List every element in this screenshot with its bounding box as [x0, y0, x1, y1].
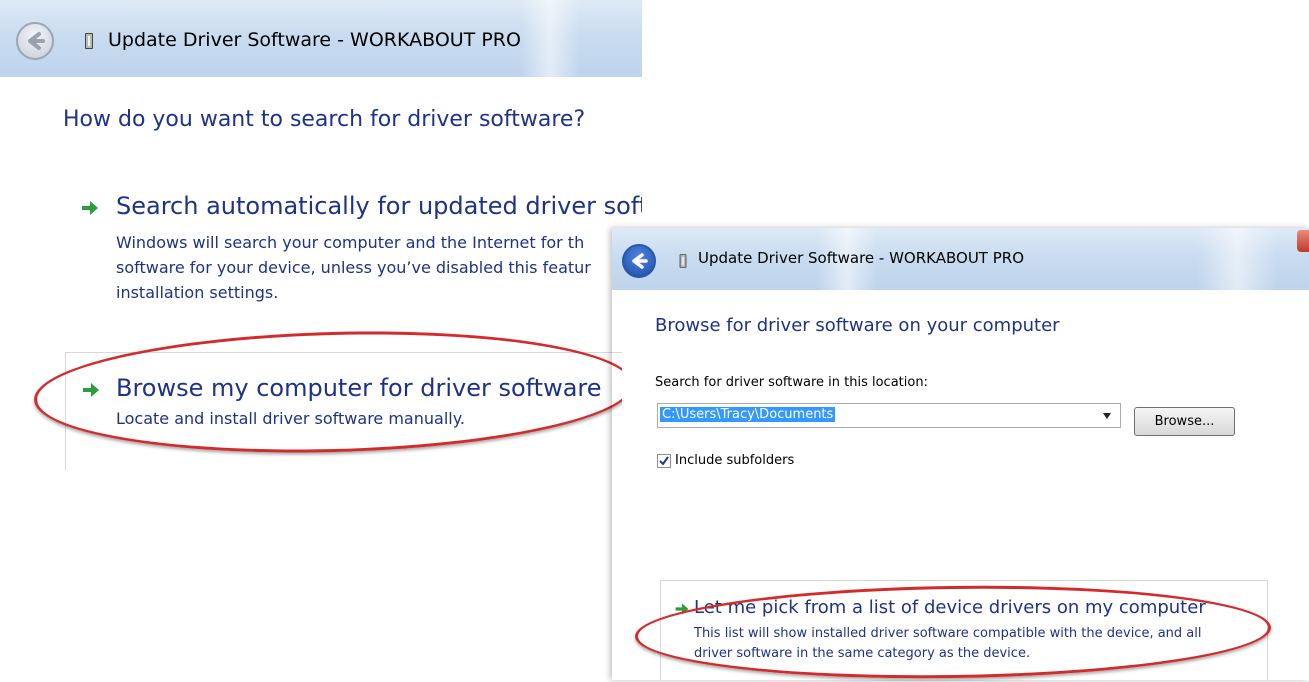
- option-title: Search automatically for updated driver …: [116, 192, 642, 220]
- window-title: Update Driver Software - WORKABOUT PRO: [698, 249, 1025, 267]
- description-line: Windows will search your computer and th…: [116, 233, 585, 252]
- checkbox-check-icon: [659, 456, 669, 466]
- device-icon: [85, 33, 93, 49]
- close-button[interactable]: [1297, 230, 1309, 252]
- device-icon: [679, 254, 687, 268]
- option-description: Windows will search your computer and th…: [116, 230, 591, 305]
- back-arrow-icon: [28, 32, 45, 50]
- include-subfolders-checkbox[interactable]: [657, 454, 671, 468]
- description-line: installation settings.: [116, 283, 279, 302]
- location-value[interactable]: C:\Users\Tracy\Documents: [660, 407, 836, 422]
- title-bar: Update Driver Software - WORKABOUT PRO: [612, 228, 1309, 290]
- browse-button[interactable]: Browse...: [1134, 407, 1235, 436]
- location-combobox[interactable]: C:\Users\Tracy\Documents: [657, 403, 1121, 428]
- back-arrow-icon: [632, 253, 648, 269]
- location-label: Search for driver software in this locat…: [655, 375, 928, 390]
- dropdown-arrow-icon[interactable]: [1102, 412, 1112, 420]
- title-bar: Update Driver Software - WORKABOUT PRO: [0, 0, 642, 77]
- back-button[interactable]: [16, 22, 54, 60]
- page-heading: How do you want to search for driver sof…: [63, 107, 586, 132]
- description-line: software for your device, unless you’ve …: [116, 258, 591, 277]
- include-subfolders-label: Include subfolders: [675, 453, 795, 468]
- window-title: Update Driver Software - WORKABOUT PRO: [108, 29, 521, 51]
- option-search-automatically[interactable]: Search automatically for updated driver …: [70, 192, 642, 312]
- page-heading: Browse for driver software on your compu…: [655, 315, 1060, 336]
- green-arrow-icon: [82, 201, 98, 215]
- back-button[interactable]: [622, 244, 656, 278]
- browse-button-label: Browse...: [1154, 414, 1215, 429]
